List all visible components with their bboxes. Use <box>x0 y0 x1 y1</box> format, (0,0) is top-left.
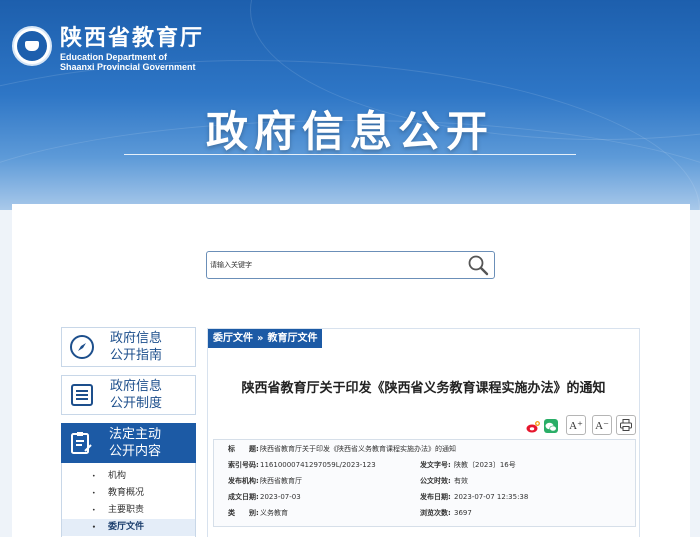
weibo-share-icon[interactable] <box>526 419 540 433</box>
font-increase-button[interactable]: A⁺ <box>566 415 586 435</box>
sub-item-documents[interactable]: 委厅文件 <box>62 519 195 536</box>
search-box <box>206 251 495 279</box>
clipboard-edit-icon <box>71 432 92 454</box>
education-emblem-icon <box>12 26 52 66</box>
search-icon <box>468 255 489 276</box>
org-name-cn: 陕西省教育厅 <box>60 26 205 51</box>
breadcrumb-link-2[interactable]: 教育厅文件 <box>267 329 317 348</box>
header-banner: 陕西省教育厅 Education Department of Shaanxi P… <box>0 0 700 210</box>
meta-row-title: 标 题: 陕西省教育厅关于印发《陕西省义务教育课程实施办法》的通知 <box>228 445 456 453</box>
sub-item-overview[interactable]: 教育概况 <box>62 485 195 502</box>
banner-title: 政府信息公开 <box>205 107 494 156</box>
meta-row-category: 类 别: 义务教育 浏览次数: 3697 <box>228 509 472 517</box>
title-underline <box>124 154 576 155</box>
org-name-en-2: Shaanxi Provincial Government <box>60 62 196 72</box>
nav-system-label-1: 政府信息 <box>110 379 163 394</box>
nav-guide-label-1: 政府信息 <box>110 331 163 346</box>
nav-guide[interactable]: 政府信息 公开指南 <box>61 327 196 367</box>
nav-guide-label-2: 公开指南 <box>110 348 163 363</box>
article-area: 委厅文件 » 教育厅文件 陕西省教育厅关于印发《陕西省义务教育课程实施办法》的通… <box>207 328 640 537</box>
org-name-en-1: Education Department of <box>60 52 168 62</box>
printer-icon <box>620 419 632 431</box>
sub-item-duties[interactable]: 主要职责 <box>62 502 195 519</box>
search-input[interactable] <box>207 253 462 277</box>
document-meta-table: 标 题: 陕西省教育厅关于印发《陕西省义务教育课程实施办法》的通知 索引号码: … <box>213 439 636 527</box>
list-document-icon <box>71 384 93 406</box>
sub-item-org[interactable]: 机构 <box>62 468 195 485</box>
meta-row-issuer: 发布机构: 陕西省教育厅 公文时效: 有效 <box>228 477 468 485</box>
print-button[interactable] <box>616 415 636 435</box>
nav-sub-list: 机构 教育概况 主要职责 委厅文件 <box>61 463 196 537</box>
breadcrumb-separator: » <box>257 333 264 344</box>
meta-row-index: 索引号码: 11610000741297059L/2023-123 发文字号: … <box>228 461 516 469</box>
meta-row-dates: 成文日期: 2023-07-03 发布日期: 2023-07-07 12:35:… <box>228 493 529 501</box>
font-decrease-button[interactable]: A⁻ <box>592 415 612 435</box>
nav-active-label-2: 公开内容 <box>109 444 162 459</box>
breadcrumb: 委厅文件 » 教育厅文件 <box>208 329 323 348</box>
breadcrumb-link-1[interactable]: 委厅文件 <box>213 329 253 348</box>
article-title: 陕西省教育厅关于印发《陕西省义务教育课程实施办法》的通知 <box>241 381 606 396</box>
nav-system-label-2: 公开制度 <box>110 396 163 411</box>
nav-active-content[interactable]: 法定主动 公开内容 <box>61 423 196 463</box>
search-button[interactable] <box>462 252 494 278</box>
site-logo[interactable]: 陕西省教育厅 Education Department of Shaanxi P… <box>12 26 204 72</box>
compass-icon <box>70 335 94 359</box>
wechat-share-icon[interactable] <box>544 419 558 433</box>
nav-system[interactable]: 政府信息 公开制度 <box>61 375 196 415</box>
nav-active-label-1: 法定主动 <box>109 427 162 442</box>
